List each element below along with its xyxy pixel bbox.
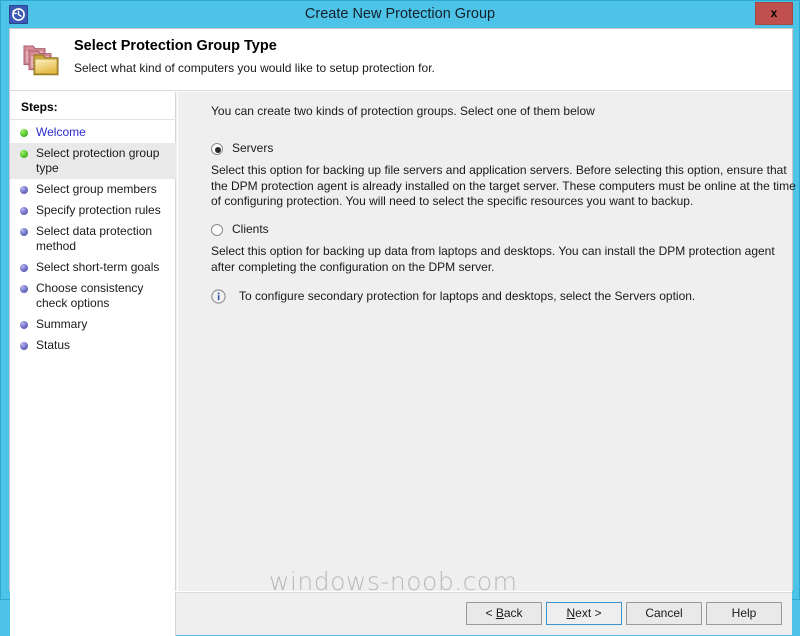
info-icon [211, 289, 226, 304]
option-servers-description: Select this option for backing up file s… [211, 163, 796, 208]
page-title: Select Protection Group Type [74, 38, 277, 54]
close-button[interactable]: x [755, 2, 793, 25]
radio-row-clients[interactable]: Clients [211, 222, 771, 240]
sidebar-item-label: Select data protection method [36, 224, 153, 253]
step-bullet-icon [20, 342, 28, 350]
step-bullet-icon [20, 228, 28, 236]
step-bullet-icon [20, 285, 28, 293]
option-clients: Clients Select this option for backing u… [211, 222, 775, 275]
sidebar-item-label: Select short-term goals [36, 260, 160, 274]
footer-sidebar-filler [10, 592, 176, 636]
steps-sidebar: Steps: Welcome Select protection group t… [10, 92, 176, 591]
sidebar-item-label: Welcome [36, 125, 86, 139]
cancel-button[interactable]: Cancel [626, 602, 702, 625]
step-bullet-icon [20, 186, 28, 194]
next-button[interactable]: Next > [546, 602, 622, 625]
sidebar-item-status[interactable]: Status [10, 335, 176, 356]
sidebar-item-label: Summary [36, 317, 88, 331]
sidebar-item-label: Status [36, 338, 71, 352]
step-bullet-icon [20, 207, 28, 215]
protection-group-folders-icon [21, 40, 63, 80]
sidebar-item-choose-consistency-check-options[interactable]: Choose consistency check options [10, 278, 176, 314]
sidebar-item-welcome[interactable]: Welcome [10, 122, 176, 143]
intro-text: You can create two kinds of protection g… [211, 104, 595, 118]
step-bullet-icon [20, 150, 28, 158]
sidebar-item-specify-protection-rules[interactable]: Specify protection rules [10, 200, 176, 221]
sidebar-item-label: Select group members [36, 182, 157, 196]
steps-heading: Steps: [21, 100, 58, 114]
help-button[interactable]: Help [706, 602, 782, 625]
sidebar-item-summary[interactable]: Summary [10, 314, 176, 335]
info-note-text: To configure secondary protection for la… [239, 289, 696, 303]
radio-clients[interactable] [211, 224, 223, 236]
title-bar: Create New Protection Group x [1, 1, 799, 28]
wizard-footer: < Back Next > Cancel Help [10, 591, 792, 636]
sidebar-item-select-short-term-goals[interactable]: Select short-term goals [10, 257, 176, 278]
main-content-panel: You can create two kinds of protection g… [177, 92, 796, 591]
page-subtitle: Select what kind of computers you would … [74, 61, 435, 75]
sidebar-item-label: Select protection group type [36, 146, 160, 175]
window-title: Create New Protection Group [304, 6, 496, 22]
back-button-label: < Back [485, 606, 523, 620]
step-bullet-icon [20, 264, 28, 272]
radio-row-servers[interactable]: Servers [211, 141, 771, 159]
dialog-window: Create New Protection Group x Select Pro… [0, 0, 800, 636]
footer-divider [177, 592, 792, 593]
option-clients-description: Select this option for backing up data f… [211, 244, 775, 274]
radio-clients-label[interactable]: Clients [232, 222, 269, 236]
radio-servers-label[interactable]: Servers [232, 141, 273, 155]
sidebar-item-label: Specify protection rules [36, 203, 161, 217]
radio-servers[interactable] [211, 143, 223, 155]
step-bullet-icon [20, 129, 28, 137]
option-servers: Servers Select this option for backing u… [211, 141, 796, 210]
sidebar-item-label: Choose consistency check options [36, 281, 144, 310]
sidebar-item-select-group-members[interactable]: Select group members [10, 179, 176, 200]
back-button[interactable]: < Back [466, 602, 542, 625]
next-button-label: Next > [566, 606, 602, 620]
steps-list: Welcome Select protection group type Sel… [10, 122, 176, 356]
step-bullet-icon [20, 321, 28, 329]
wizard-body: Steps: Welcome Select protection group t… [10, 92, 796, 591]
wizard-header: Select Protection Group Type Select what… [10, 29, 792, 91]
steps-divider [10, 119, 176, 120]
sidebar-item-select-data-protection-method[interactable]: Select data protection method [10, 221, 176, 257]
sidebar-item-select-protection-group-type[interactable]: Select protection group type [10, 143, 176, 179]
dialog-client-area: Select Protection Group Type Select what… [9, 28, 796, 636]
